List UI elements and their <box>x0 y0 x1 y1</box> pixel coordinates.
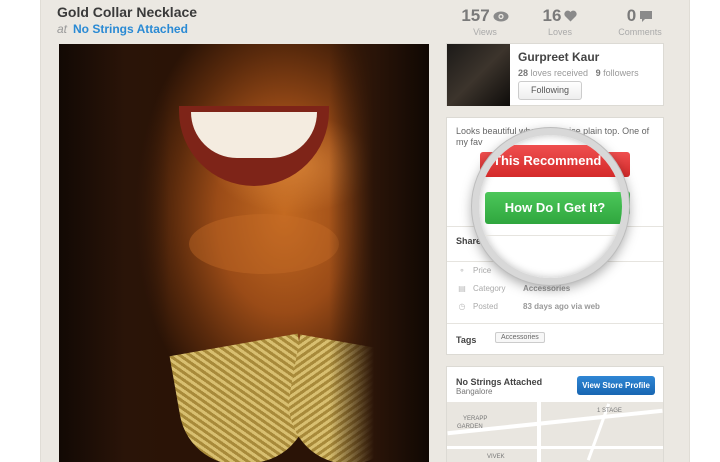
category-value[interactable]: Accessories <box>523 284 570 293</box>
loves-count: 16 <box>542 6 562 25</box>
comment-icon <box>640 10 653 22</box>
loves-label: Loves <box>547 27 573 37</box>
store-link[interactable]: No Strings Attached <box>73 22 188 36</box>
magnified-get-it-button[interactable]: How Do I Get It? <box>485 192 622 224</box>
loves-received-count: 28 <box>518 68 529 78</box>
avatar[interactable] <box>447 44 510 106</box>
comments-stat[interactable]: 0 Comments <box>610 6 670 37</box>
views-label: Views <box>473 27 497 37</box>
posted-key: Posted <box>473 302 498 311</box>
product-photo[interactable] <box>59 44 429 462</box>
user-stats: 28 loves received 9 followers <box>518 68 639 78</box>
at-label: at <box>57 22 68 36</box>
map-label-vivek: VIVEK <box>487 454 505 460</box>
store-name: No Strings Attached <box>456 377 543 387</box>
comments-count: 0 <box>626 6 637 25</box>
loves-stat[interactable]: 16 Loves <box>535 6 585 37</box>
magnifier-overlay: This Recommend How Do I Get It? <box>472 128 629 285</box>
followers-label: followers <box>603 68 639 78</box>
clock-icon: ◷ <box>458 302 466 311</box>
view-store-profile-button[interactable]: View Store Profile <box>577 376 655 395</box>
loves-received-label: loves received <box>530 68 589 78</box>
magnified-recommend-button[interactable]: This Recommend <box>479 145 622 177</box>
map-label-yerapp: YERAPP <box>463 416 488 422</box>
heart-icon <box>564 10 578 22</box>
share-label: Share <box>456 236 482 246</box>
tag-icon: ⚬ <box>458 266 466 275</box>
followers-count: 9 <box>595 68 601 78</box>
comments-label: Comments <box>618 27 662 37</box>
eye-icon <box>493 11 509 21</box>
store-card: No Strings Attached Bangalore View Store… <box>446 366 664 462</box>
views-count: 157 <box>461 6 490 25</box>
tag-accessories[interactable]: Accessories <box>495 332 545 343</box>
user-name[interactable]: Gurpreet Kaur <box>518 50 599 64</box>
following-button[interactable]: Following <box>518 81 582 100</box>
map-label-garden: GARDEN <box>457 424 483 430</box>
posted-row: ◷ Posted 83 days ago via web <box>456 302 600 311</box>
tags-label: Tags <box>456 335 477 345</box>
posted-value: 83 days ago via web <box>523 302 600 311</box>
store-city: Bangalore <box>456 387 493 396</box>
folder-icon: ▤ <box>458 284 466 293</box>
category-row: ▤ Category Accessories <box>456 284 570 293</box>
store-subtitle: at No Strings Attached <box>57 22 188 36</box>
product-title: Gold Collar Necklace <box>57 4 198 20</box>
store-map[interactable]: 1 STAGE YERAPP GARDEN VIVEK <box>447 402 663 462</box>
category-key: Category <box>473 284 506 293</box>
views-stat: 157 Views <box>452 6 518 37</box>
user-card: Gurpreet Kaur 28 loves received 9 follow… <box>446 43 664 106</box>
map-label-stage: 1 STAGE <box>597 408 622 414</box>
